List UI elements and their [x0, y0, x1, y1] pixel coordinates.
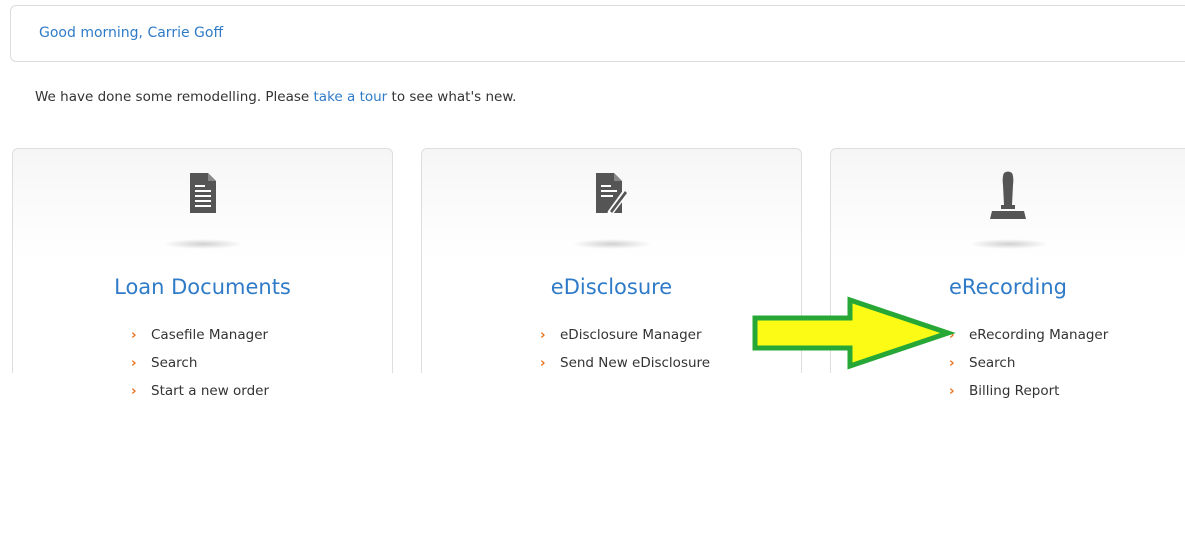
link-casefile-manager[interactable]: › Casefile Manager	[131, 321, 392, 349]
card-title[interactable]: eDisclosure	[422, 275, 801, 299]
document-pen-icon	[422, 171, 801, 221]
link-billing-report[interactable]: › Billing Report	[949, 377, 1185, 405]
greeting-text: Good morning, Carrie Goff	[39, 25, 224, 41]
greeting-banner: Good morning, Carrie Goff	[10, 5, 1185, 62]
link-erecording-manager[interactable]: › eRecording Manager	[949, 321, 1185, 349]
card-title[interactable]: Loan Documents	[13, 275, 392, 299]
stamp-icon	[831, 171, 1185, 221]
link-search[interactable]: › Search	[949, 349, 1185, 377]
take-tour-link[interactable]: take a tour	[314, 89, 388, 105]
intro-message: We have done some remodelling. Please ta…	[35, 89, 516, 105]
card-links: › Casefile Manager › Search › Start a new o…	[131, 321, 392, 405]
intro-text-after: to see what's new.	[387, 89, 517, 105]
intro-text-before: We have done some remodelling. Please	[35, 89, 314, 105]
chevron-right-icon: ›	[131, 383, 137, 399]
chevron-right-icon: ›	[131, 355, 137, 371]
chevron-right-icon: ›	[540, 355, 546, 371]
document-icon	[13, 171, 392, 221]
link-search[interactable]: › Search	[131, 349, 392, 377]
icon-shadow	[162, 239, 243, 249]
card-loan-documents: Loan Documents › Casefile Manager › Search…	[12, 148, 393, 399]
chevron-right-icon: ›	[131, 327, 137, 343]
card-links: › eRecording Manager › Search › Billing Rep…	[949, 321, 1185, 405]
icon-shadow	[571, 239, 652, 249]
icon-shadow	[968, 239, 1049, 249]
link-start-new-order[interactable]: › Start a new order	[131, 377, 392, 405]
annotation-arrow-icon	[752, 296, 956, 370]
chevron-right-icon: ›	[540, 327, 546, 343]
card-edisclosure: eDisclosure › eDisclosure Manager › Send N…	[421, 148, 802, 373]
chevron-right-icon: ›	[949, 383, 955, 399]
